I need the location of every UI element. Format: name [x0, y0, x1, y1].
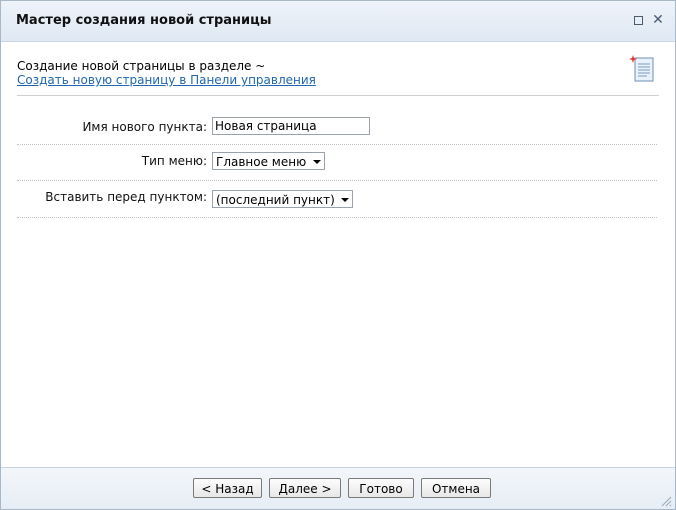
- menu-type-value: Главное меню: [216, 155, 307, 169]
- wizard-footer: < Назад Далее > Готово Отмена: [1, 467, 675, 509]
- item-name-label: Имя нового пункта:: [82, 120, 207, 134]
- close-icon[interactable]: ✕: [651, 13, 665, 27]
- maximize-icon[interactable]: [633, 15, 644, 26]
- form-row-menu-type: Тип меню: Главное меню: [17, 144, 657, 181]
- dialog-title: Мастер создания новой страницы: [16, 13, 272, 28]
- resize-grip-icon[interactable]: [660, 495, 672, 507]
- insert-before-value: (последний пункт): [216, 193, 335, 207]
- item-name-input[interactable]: [212, 117, 370, 135]
- done-button[interactable]: Готово: [348, 478, 414, 498]
- wizard-header: Создание новой страницы в разделе ~ Созд…: [17, 55, 659, 96]
- cancel-button[interactable]: Отмена: [421, 478, 491, 498]
- form-row-item-name: Имя нового пункта:: [17, 108, 657, 145]
- control-panel-link[interactable]: Создать новую страницу в Панели управлен…: [17, 73, 316, 87]
- title-bar[interactable]: Мастер создания новой страницы ✕: [1, 1, 675, 42]
- insert-before-label: Вставить перед пунктом:: [45, 190, 207, 204]
- back-button[interactable]: < Назад: [193, 478, 262, 498]
- section-description: Создание новой страницы в разделе ~: [17, 59, 266, 73]
- new-page-wizard-dialog: Мастер создания новой страницы ✕ Создани…: [0, 0, 676, 510]
- chevron-down-icon: [313, 160, 321, 164]
- menu-type-label: Тип меню:: [141, 154, 207, 168]
- next-button[interactable]: Далее >: [269, 478, 341, 498]
- insert-before-select[interactable]: (последний пункт): [212, 190, 353, 208]
- new-page-icon: [629, 55, 654, 82]
- menu-type-select[interactable]: Главное меню: [212, 152, 325, 170]
- form-row-insert-before: Вставить перед пунктом: (последний пункт…: [17, 181, 657, 218]
- chevron-down-icon: [341, 198, 349, 202]
